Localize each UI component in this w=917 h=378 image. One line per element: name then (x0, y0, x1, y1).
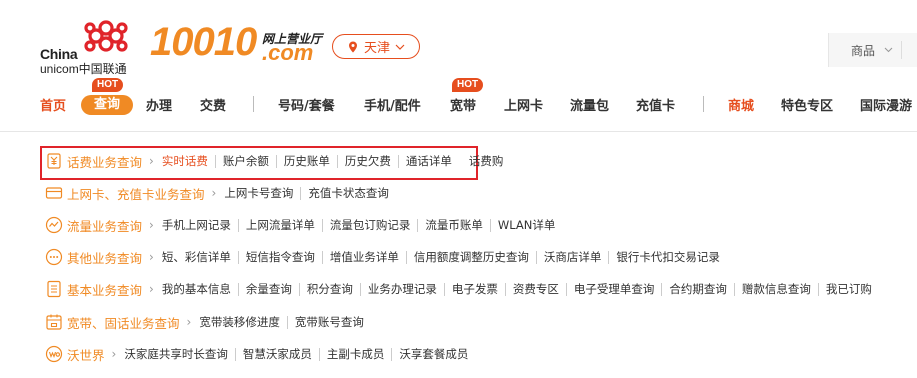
nav-broadband[interactable]: 宽带 (450, 95, 476, 114)
nav-data-card[interactable]: 上网卡 (504, 95, 543, 114)
traffic-icon (45, 216, 63, 234)
main-nav: 首页 HOT 查询 办理 交费 号码/套餐 手机/配件 HOT 宽带 上网卡 流… (0, 78, 917, 116)
query-link[interactable]: 流量币账单 (417, 218, 490, 232)
query-link[interactable]: 上网流量详单 (237, 218, 322, 232)
chevron-down-icon (395, 44, 405, 50)
query-link[interactable]: 手机上网记录 (162, 218, 238, 232)
query-link[interactable]: 银行卡代扣交易记录 (608, 250, 727, 264)
query-row-traffic: 流量业务查询 › 手机上网记录 上网流量详单 流量包订购记录 流量币账单 WLA… (45, 214, 562, 236)
query-row-woworld: 沃世界 › 沃家庭共享时长查询 智慧沃家成员 主副卡成员 沃享套餐成员 (45, 343, 475, 365)
nav-query[interactable]: 查询 (81, 95, 133, 115)
query-link[interactable]: 宽带装移修进度 (199, 315, 287, 329)
hot-badge: HOT (92, 78, 124, 92)
unicom-knot-icon (84, 20, 128, 52)
category-label[interactable]: 其他业务查询 (67, 248, 142, 267)
chevron-right-icon: › (149, 250, 154, 264)
logo-unicom-text: unicom中国联通 (40, 62, 127, 76)
query-link[interactable]: 账户余额 (214, 154, 276, 168)
nav-number-plan[interactable]: 号码/套餐 (278, 95, 335, 114)
query-row-datacard: 上网卡、充值卡业务查询 › 上网卡号查询 充值卡状态查询 (45, 182, 396, 204)
query-link[interactable]: 短、彩信详单 (162, 250, 238, 264)
goods-label: 商品 (851, 44, 876, 58)
divider (901, 41, 902, 59)
query-link[interactable]: 资费专区 (504, 282, 566, 296)
chevron-right-icon: › (149, 282, 154, 296)
category-label[interactable]: 流量业务查询 (67, 216, 142, 235)
category-label[interactable]: 上网卡、充值卡业务查询 (67, 184, 205, 203)
query-link[interactable]: 电子发票 (443, 282, 505, 296)
query-row-basic: 基本业务查询 › 我的基本信息 余量查询 积分查询 业务办理记录 电子发票 资费… (45, 278, 879, 300)
broadband-icon (46, 314, 62, 330)
query-link[interactable]: 历史账单 (275, 154, 337, 168)
nav-data-package[interactable]: 流量包 (570, 95, 609, 114)
nav-divider (253, 96, 254, 112)
query-link[interactable]: 充值卡状态查询 (300, 186, 396, 200)
yuan-icon (47, 153, 61, 169)
query-link[interactable]: 短信指令查询 (237, 250, 322, 264)
nav-pay[interactable]: 交费 (200, 95, 226, 114)
query-link[interactable]: 主副卡成员 (318, 347, 392, 361)
city-name: 天津 (363, 41, 390, 56)
query-row-other: 其他业务查询 › 短、彩信详单 短信指令查询 增值业务详单 信用额度调整历史查询… (45, 246, 727, 268)
category-label[interactable]: 话费业务查询 (67, 152, 142, 171)
query-link[interactable]: 宽带账号查询 (286, 315, 371, 329)
query-link[interactable]: 通话详单 (397, 154, 459, 168)
chevron-right-icon: › (186, 315, 192, 329)
query-link[interactable]: 我已订购 (817, 282, 879, 296)
site-header: China unicom中国联通 10010 网上营业厅 .com 天津 商品 … (0, 0, 917, 132)
nav-divider (703, 96, 704, 112)
query-row-broadband: 宽带、固话业务查询 › 宽带装移修进度 宽带账号查询 (45, 311, 371, 333)
chevron-right-icon: › (149, 154, 154, 168)
city-selector[interactable]: 天津 (332, 34, 420, 59)
query-link[interactable]: 业务办理记录 (359, 282, 444, 296)
query-link[interactable]: 余量查询 (237, 282, 299, 296)
nav-handle[interactable]: 办理 (146, 95, 172, 114)
query-link[interactable]: 流量包订购记录 (321, 218, 418, 232)
document-icon (47, 280, 61, 298)
query-link[interactable]: 信用额度调整历史查询 (405, 250, 536, 264)
chevron-down-icon (884, 47, 893, 53)
query-link[interactable]: 合约期查询 (661, 282, 734, 296)
chevron-right-icon: › (149, 218, 154, 232)
nav-roaming[interactable]: 国际漫游 (860, 95, 912, 114)
query-link[interactable]: 沃家庭共享时长查询 (124, 347, 235, 361)
query-link[interactable]: 沃商店详单 (535, 250, 609, 264)
query-link[interactable]: 话费购 (459, 154, 511, 168)
wo-icon (45, 345, 63, 363)
query-link[interactable]: 沃享套餐成员 (391, 347, 475, 361)
query-link[interactable]: 电子受理单查询 (565, 282, 662, 296)
query-link[interactable]: 历史欠费 (336, 154, 398, 168)
nav-recharge-card[interactable]: 充值卡 (636, 95, 675, 114)
category-label[interactable]: 基本业务查询 (67, 280, 142, 299)
query-link[interactable]: 实时话费 (162, 154, 215, 168)
goods-dropdown[interactable]: 商品 (828, 33, 917, 67)
brand-com: .com (262, 40, 314, 65)
query-link[interactable]: 我的基本信息 (162, 282, 238, 296)
chat-icon (45, 248, 63, 266)
query-link[interactable]: 上网卡号查询 (224, 186, 300, 200)
query-row-billing: 话费业务查询 › 实时话费 账户余额 历史账单 历史欠费 通话详单 话费购 (45, 150, 510, 172)
query-link[interactable]: 智慧沃家成员 (234, 347, 319, 361)
nav-home[interactable]: 首页 (40, 95, 66, 114)
brand-10010[interactable]: 10010 (150, 22, 257, 62)
card-icon (45, 187, 63, 199)
query-link[interactable]: 赠款信息查询 (733, 282, 818, 296)
hot-badge: HOT (452, 78, 484, 92)
location-pin-icon (348, 41, 357, 52)
nav-mall[interactable]: 商城 (728, 95, 754, 114)
china-unicom-logo[interactable]: China unicom中国联通 (40, 16, 140, 76)
nav-featured[interactable]: 特色专区 (781, 95, 833, 114)
chevron-right-icon: › (111, 347, 117, 361)
category-label[interactable]: 沃世界 (67, 345, 105, 364)
nav-phone-accessories[interactable]: 手机/配件 (364, 95, 421, 114)
query-link[interactable]: WLAN详单 (489, 218, 563, 232)
query-link[interactable]: 积分查询 (298, 282, 360, 296)
category-label[interactable]: 宽带、固话业务查询 (67, 313, 180, 332)
chevron-right-icon: › (211, 186, 217, 200)
query-link[interactable]: 增值业务详单 (321, 250, 406, 264)
